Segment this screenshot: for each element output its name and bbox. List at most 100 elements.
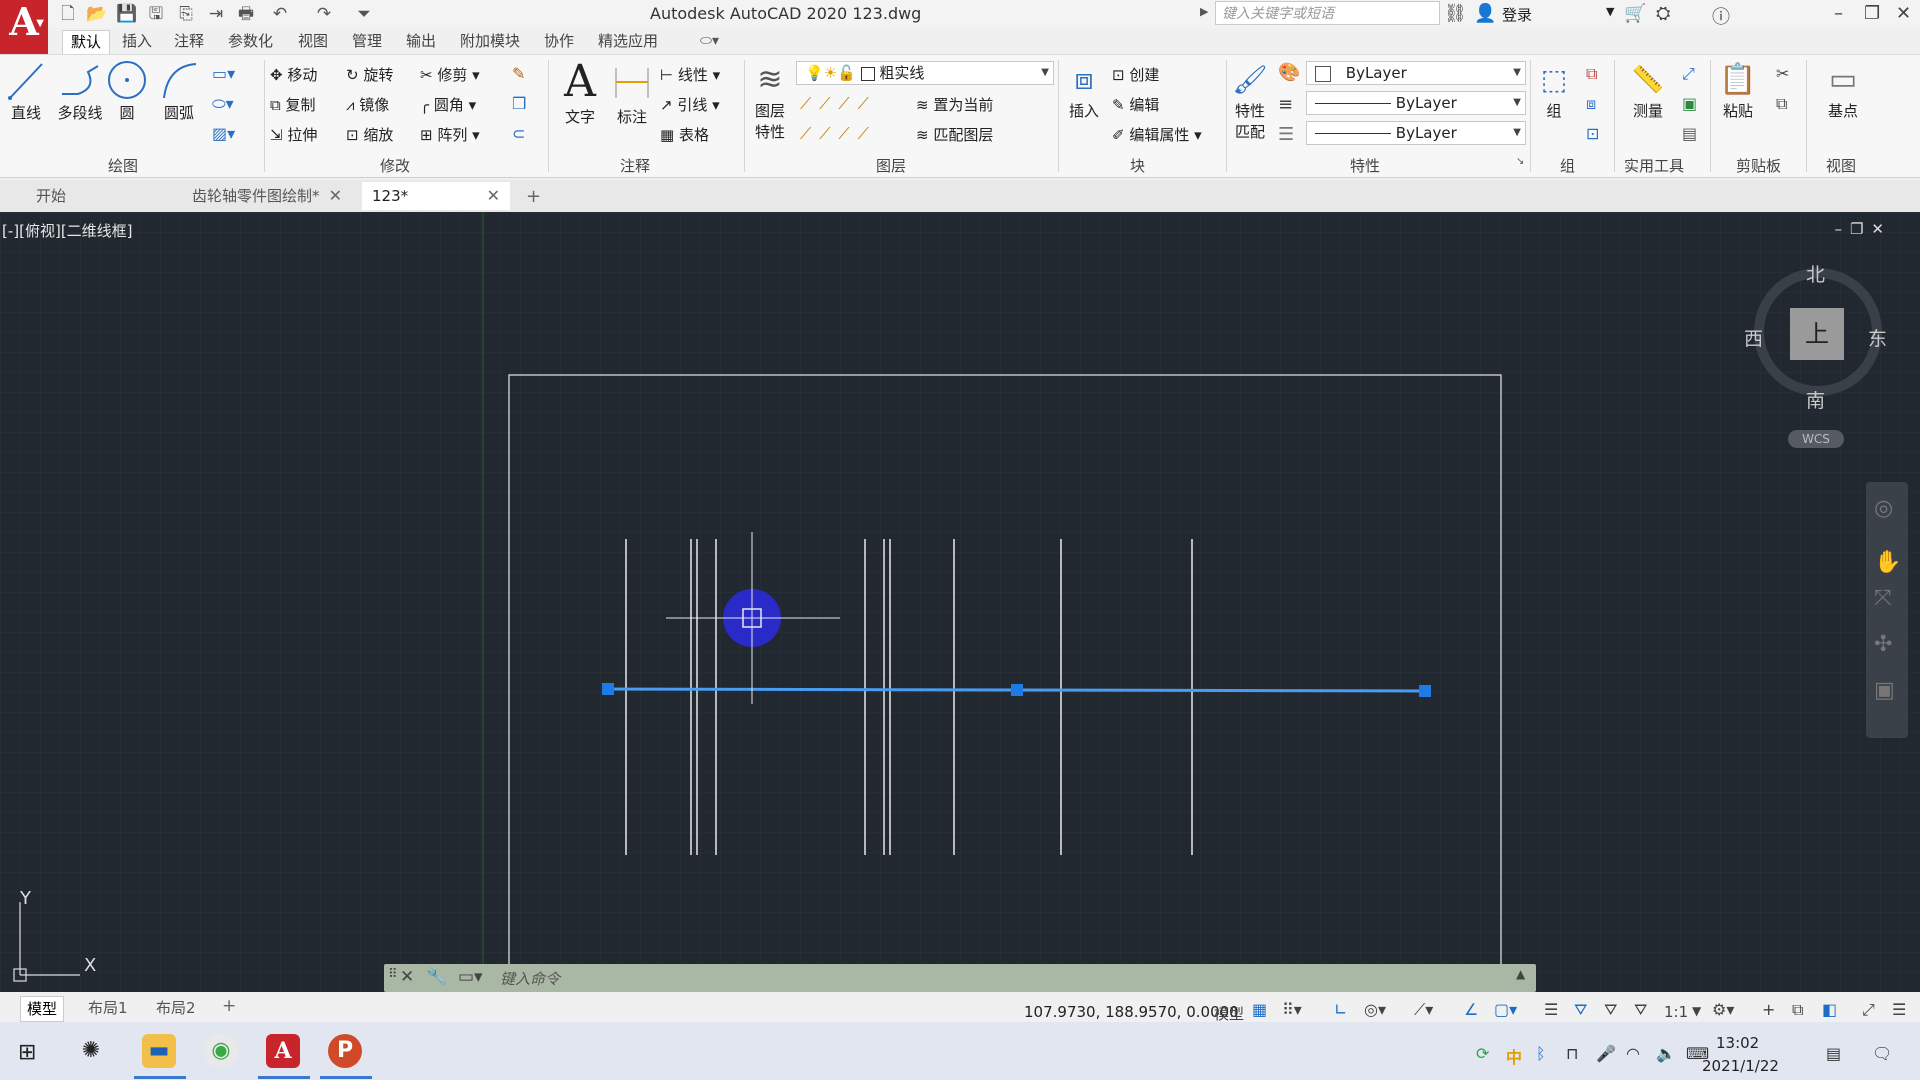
lineweight-dropdown[interactable]: ByLayer ▼ [1306,91,1526,115]
viewport-controls-label[interactable]: [-][俯视][二维线框] [2,220,133,241]
navigation-bar[interactable]: ◎ ✋ ⤧ ✣ ▣ [1866,482,1908,738]
customization-menu-icon[interactable]: ☰ [1892,1000,1906,1019]
help-icon[interactable]: ⓘ [1712,3,1730,29]
dimension-button[interactable]: 标注 [608,58,656,127]
doc-tab-start[interactable]: 开始 [26,182,176,210]
layout-tab-2[interactable]: 布局2 [150,996,202,1020]
fillet-button[interactable]: ╭ 圆角 ▾ [420,94,476,115]
properties-panel-label[interactable]: 特性 [1350,155,1380,176]
pinwheel-app-icon[interactable]: ✺ [74,1034,108,1068]
windows-start-icon[interactable]: ⊞ [18,1040,36,1065]
annotation-panel-label[interactable]: 注释 [620,155,650,176]
tab-default[interactable]: 默认 [62,30,111,54]
lineweight-toggle-icon[interactable]: ☰ [1544,1000,1558,1019]
command-input[interactable]: 键入命令 [500,968,560,989]
linetype-dropdown[interactable]: ByLayer ▼ [1306,121,1526,145]
action-center-icon[interactable]: 🗨 [1872,1044,1892,1063]
viewcube-top-face[interactable]: 上 [1790,308,1844,360]
annotation-visibility-icon[interactable]: ⛛ [1574,1000,1587,1020]
base-view-button[interactable]: ▭ 基点 [1818,60,1868,121]
undo-icon[interactable]: ↶ [270,4,290,24]
copy-clip-icon[interactable]: ⧉ [1776,94,1787,114]
user-icon[interactable]: 👤 [1474,3,1496,24]
auto-scale-icon[interactable]: ⛛ [1604,1000,1617,1020]
grip-handle-end[interactable] [1419,685,1431,697]
paste-button[interactable]: 📋 粘贴 [1716,60,1760,121]
workspace-gear-icon[interactable]: ⚙▾ [1712,1000,1734,1019]
redo-icon[interactable]: ↷ [314,4,334,24]
close-icon[interactable]: ✕ [1896,3,1911,24]
tray-app-icon[interactable]: ⊓ [1566,1044,1578,1063]
wifi-icon[interactable]: ◠ [1626,1044,1640,1063]
microphone-icon[interactable]: 🎤 [1596,1044,1616,1063]
trim-button[interactable]: ✂ 修剪 ▾ [420,64,480,85]
command-history-expand-icon[interactable]: ▲ [1516,967,1525,981]
new-tab-plus-icon[interactable]: + [526,186,541,207]
block-panel-label[interactable]: 块 [1130,155,1145,176]
groups-panel-label[interactable]: 组 [1560,155,1575,176]
units-icon[interactable]: ⧉ [1792,1000,1803,1020]
cursor-coordinates[interactable]: 107.9730, 188.9570, 0.0000 [1024,1003,1239,1021]
ortho-icon[interactable]: ∟ [1334,1000,1347,1019]
isodraft-icon[interactable]: ⟋▾ [1414,1000,1433,1020]
orbit-icon[interactable]: ✣ [1874,632,1892,657]
zoom-icon[interactable]: ⤧ [1874,586,1892,611]
layout-tab-model[interactable]: 模型 [20,996,65,1022]
restore-icon[interactable]: ❐ [1864,3,1880,24]
doc-tab-gear-shaft[interactable]: 齿轮轴零件图绘制* ✕ [182,182,352,210]
search-expand-icon[interactable]: ▶ [1200,5,1208,18]
search-input[interactable]: 键入关键字或短语 [1215,1,1440,25]
chevron-down-icon[interactable]: ▼ [1606,5,1614,18]
compass-east[interactable]: 东 [1868,324,1887,351]
save-as-icon[interactable]: 🖫 [146,4,166,24]
minimize-icon[interactable]: – [1834,3,1843,24]
ime-tray-icon[interactable]: 中 [1506,1044,1522,1068]
view-panel-label[interactable]: 视图 [1826,155,1856,176]
linetype-icon[interactable]: ☰ [1278,124,1294,145]
table-button[interactable]: ▦ 表格 [660,124,709,145]
autocad-taskbar-icon[interactable]: A [266,1034,300,1068]
viewport-window-controls[interactable]: –❐✕ [1834,220,1892,238]
measure-button[interactable]: 📏 测量 [1626,60,1670,121]
volume-icon[interactable]: 🔈 [1656,1044,1676,1063]
add-layout-plus-icon[interactable]: + [222,996,236,1016]
layer-dropdown[interactable]: 💡☀🔓 粗实线 ▼ [796,61,1054,85]
set-current-button[interactable]: ≋ 置为当前 [916,94,993,115]
customize-toolbar-icon[interactable]: ⏷ [354,4,374,24]
scale-button[interactable]: ⊡ 缩放 [346,124,393,145]
color-dropdown[interactable]: ByLayer ▼ [1306,61,1526,85]
quick-properties-icon[interactable]: ◧ [1822,1000,1837,1019]
ellipse-icon[interactable]: ⬭▾ [212,94,234,114]
drawing-canvas[interactable] [0,212,1920,992]
file-explorer-icon[interactable]: ▬ [142,1034,176,1068]
drawing-svg[interactable] [0,212,1920,992]
tab-manage[interactable]: 管理 [344,30,390,53]
arc-button[interactable]: 圆弧 [158,58,200,123]
annotation-scale-value[interactable]: 1:1 [1664,1003,1688,1021]
export-icon[interactable]: ⎘ [176,4,196,24]
layer-tools-row2-icons[interactable]: ⟋⟋⟋⟋ [800,124,877,144]
compass-south[interactable]: 南 [1806,386,1825,413]
select-all-icon[interactable]: ▣ [1682,94,1697,113]
plot-icon[interactable]: 🖶 [236,4,256,24]
application-menu-button[interactable]: A ▼ [0,0,48,54]
cart-icon[interactable]: 🛒 [1624,3,1646,24]
autodesk-app-icon[interactable]: ⛭ [1656,3,1670,24]
recent-commands-icon[interactable]: ▭▾ [458,967,483,987]
leader-button[interactable]: ↗ 引线 ▾ [660,94,720,115]
annotation-monitor-icon[interactable]: + [1762,1000,1775,1019]
wcs-menu-button[interactable]: WCS [1788,430,1844,448]
erase-icon[interactable]: ✎ [512,64,525,83]
tab-insert[interactable]: 插入 [114,30,160,53]
powerpoint-icon[interactable]: P [328,1034,362,1068]
chevron-down-icon[interactable]: ▼ [1692,1004,1701,1018]
color-wheel-icon[interactable]: 🎨 [1278,62,1300,83]
steering-wheel-icon[interactable]: ◎ [1874,496,1893,521]
group-button[interactable]: ⬚ 组 [1534,60,1574,121]
compass-north[interactable]: 北 [1806,260,1825,287]
sync-tray-icon[interactable]: ⟳ [1476,1044,1489,1063]
group-selection-icon[interactable]: ⊡ [1586,124,1599,143]
tab-parametric[interactable]: 参数化 [220,30,281,53]
rotate-button[interactable]: ↻ 旋转 [346,64,393,85]
close-icon[interactable]: ✕ [329,182,342,210]
